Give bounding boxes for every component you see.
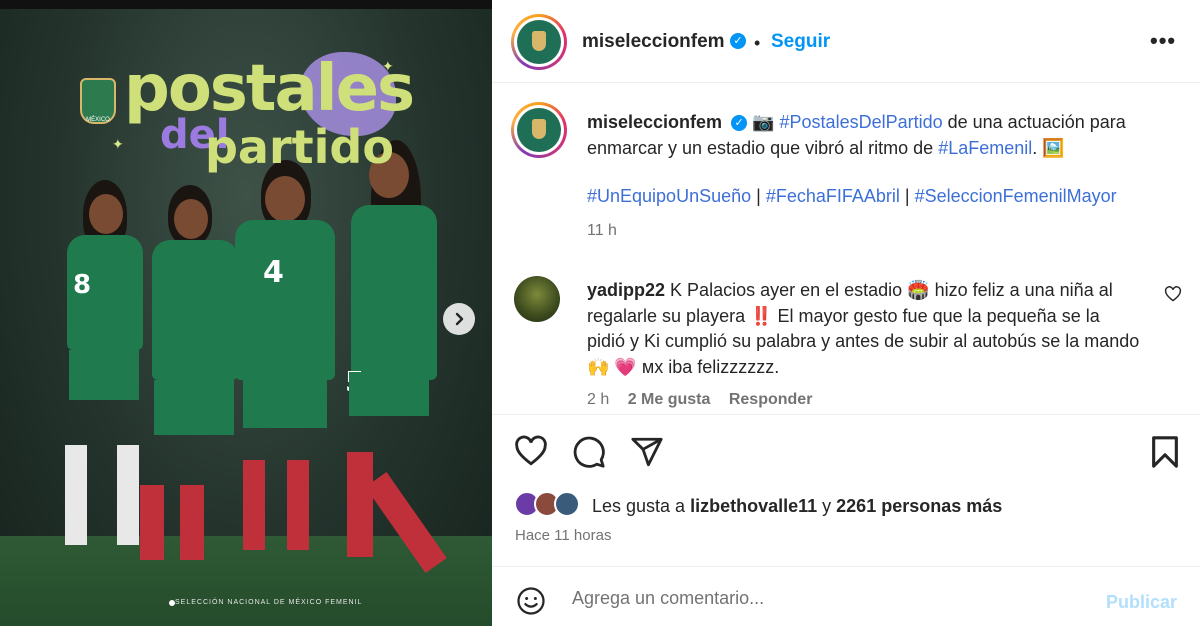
divider [492, 414, 1200, 415]
liker-username[interactable]: lizbethovalle11 [690, 496, 817, 516]
player-number: 4 [263, 255, 284, 290]
like-icon[interactable] [514, 435, 548, 472]
likes-summary: Les gusta a lizbethovalle11 y 2261 perso… [592, 496, 1002, 517]
post-caption: miseleccionfem ✓ 📷 #PostalesDelPartido d… [587, 109, 1167, 161]
reply-button[interactable]: Responder [729, 391, 813, 408]
post-header: miseleccionfem ✓ • Seguir ••• [492, 0, 1200, 83]
publish-button[interactable]: Publicar [1106, 592, 1177, 613]
commenter-username[interactable]: yadipp22 [587, 280, 665, 300]
verified-icon: ✓ [730, 33, 746, 49]
post-media[interactable]: 8 4 5 MÉXICO postales del partido ✦ ✦ [0, 0, 492, 626]
hashtag-link[interactable]: #LaFemenil [938, 138, 1032, 158]
player-number-four: 4 [225, 160, 345, 580]
comment-meta: 2 h 2 Me gusta Responder [587, 391, 826, 409]
share-icon[interactable] [630, 435, 664, 474]
commenter-avatar[interactable] [514, 276, 560, 322]
player-right: 5 [335, 140, 447, 590]
media-top-bar [0, 0, 492, 9]
caption-hashtags: #UnEquipoUnSueño | #FechaFIFAAbril | #Se… [587, 186, 1117, 207]
post-details-panel: miseleccionfem ✓ • Seguir ••• miseleccio… [492, 0, 1200, 626]
comment-body: yadipp22 K Palacios ayer en el estadio 🏟… [587, 278, 1142, 380]
emoji-icon[interactable] [516, 586, 546, 621]
hashtag-link[interactable]: #FechaFIFAAbril [766, 186, 900, 206]
header-username[interactable]: miseleccionfem [582, 31, 725, 53]
comment-input[interactable] [572, 583, 1092, 613]
comment-time[interactable]: 2 h [587, 391, 609, 408]
comment-likes-count[interactable]: 2 Me gusta [628, 391, 711, 408]
sparkle-icon: ✦ [382, 58, 394, 74]
hashtag-link[interactable]: #PostalesDelPartido [780, 112, 943, 132]
caption-text-end: . 🖼️ [1032, 138, 1065, 158]
hashtag-separator: | [899, 186, 915, 206]
separator-dot: • [754, 33, 761, 53]
next-arrow-icon[interactable] [443, 303, 475, 335]
sparkle-icon: ✦ [112, 136, 124, 152]
likers-avatars[interactable] [514, 491, 586, 519]
camera-emoji: 📷 [752, 112, 775, 132]
more-options-icon[interactable]: ••• [1150, 28, 1176, 54]
comment-icon[interactable] [572, 435, 606, 474]
crest-label: MÉXICO [86, 117, 110, 123]
comment-like-icon[interactable] [1164, 286, 1182, 307]
profile-avatar[interactable] [511, 14, 567, 70]
verified-icon: ✓ [731, 115, 748, 131]
hashtag-separator: | [751, 186, 766, 206]
follow-button[interactable]: Seguir [771, 31, 830, 53]
caption-username[interactable]: miseleccionfem [587, 112, 722, 132]
player-number: 8 [73, 270, 92, 300]
photo-credit: SELECCIÓN NACIONAL DE MÉXICO FEMENIL [175, 599, 363, 606]
post-timestamp[interactable]: Hace 11 horas [515, 527, 611, 544]
comment-text: K Palacios ayer en el estadio 🏟️ hizo fe… [587, 280, 1140, 377]
media-title-partido: partido [205, 120, 394, 174]
save-icon[interactable] [1150, 435, 1180, 474]
caption-timestamp[interactable]: 11 h [587, 222, 617, 240]
caption-avatar[interactable] [511, 102, 567, 158]
likes-prefix: Les gusta a [592, 496, 691, 516]
hashtag-link[interactable]: #SeleccionFemenilMayor [915, 186, 1117, 206]
likes-count[interactable]: 2261 personas más [836, 496, 1002, 516]
add-comment-bar: Publicar [492, 566, 1200, 626]
liker-avatar [554, 491, 580, 517]
hashtag-link[interactable]: #UnEquipoUnSueño [587, 186, 751, 206]
likes-conj: y [817, 496, 837, 516]
